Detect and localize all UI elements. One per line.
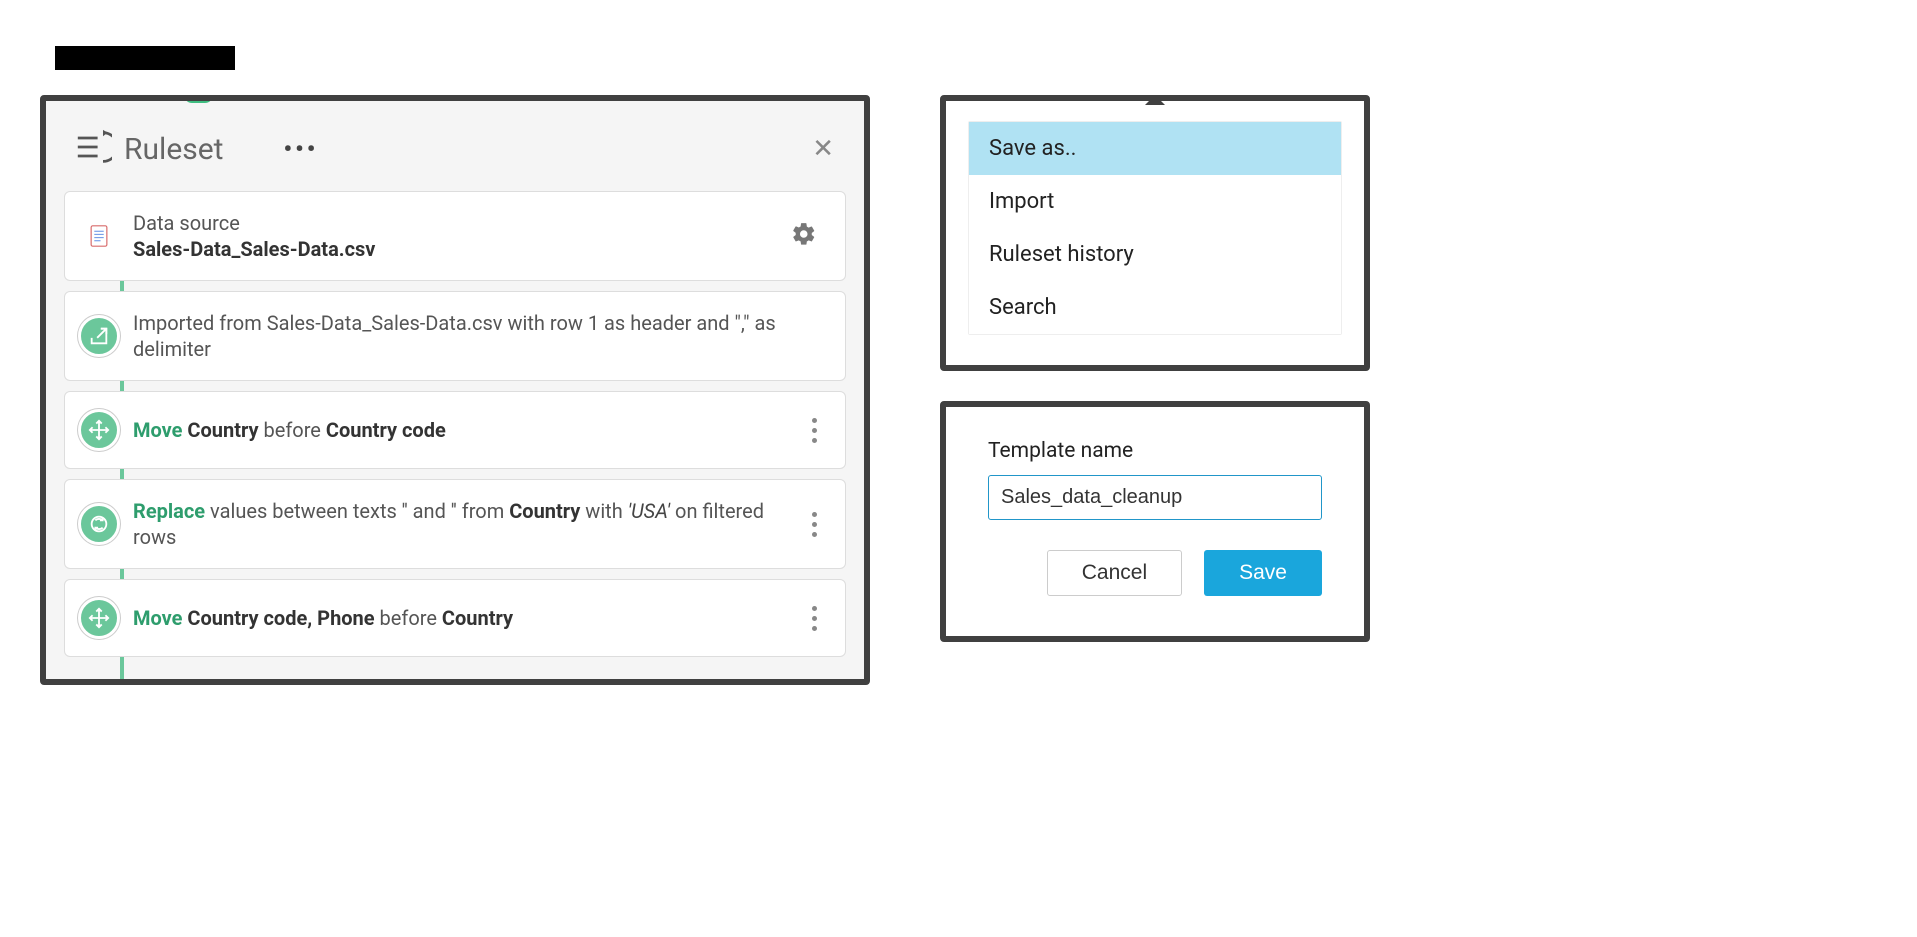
rule-step-menu-button[interactable] — [804, 606, 825, 631]
rule-step-menu-button[interactable] — [804, 418, 825, 443]
cancel-button[interactable]: Cancel — [1047, 550, 1182, 596]
more-menu-button[interactable]: ••• — [283, 135, 318, 163]
rule-step-replace-text: Replace values between texts '' and '' f… — [133, 498, 804, 550]
template-name-input[interactable] — [988, 475, 1322, 520]
menu-item-import[interactable]: Import — [969, 175, 1341, 228]
rule-step-replace[interactable]: Replace values between texts '' and '' f… — [64, 479, 846, 569]
ruleset-title: Ruleset — [124, 132, 223, 167]
data-source-card[interactable]: Data source Sales-Data_Sales-Data.csv — [64, 191, 846, 281]
ruleset-icon — [76, 129, 112, 169]
close-button[interactable]: ✕ — [812, 134, 834, 164]
ruleset-context-menu: Save as..ImportRuleset historySearch — [940, 95, 1370, 371]
move-icon — [78, 409, 120, 451]
menu-item-search[interactable]: Search — [969, 281, 1341, 334]
rule-step-menu-button[interactable] — [804, 512, 825, 537]
template-name-label: Template name — [988, 439, 1322, 463]
rule-step-import[interactable]: Imported from Sales-Data_Sales-Data.csv … — [64, 291, 846, 381]
rule-step-move-1[interactable]: Move Country before Country code — [64, 391, 846, 469]
save-template-dialog: Template name Cancel Save — [940, 401, 1370, 642]
rule-step-move-2[interactable]: Move Country code, Phone before Country — [64, 579, 846, 657]
ruleset-count-badge: 8 — [184, 95, 213, 103]
rule-step-move-2-text: Move Country code, Phone before Country — [133, 605, 804, 631]
data-source-settings-button[interactable] — [783, 221, 825, 251]
import-icon — [78, 315, 120, 357]
rule-step-import-text: Imported from Sales-Data_Sales-Data.csv … — [133, 310, 825, 362]
menu-item-save-as[interactable]: Save as.. — [969, 122, 1341, 175]
data-source-label: Data source — [133, 210, 783, 236]
ruleset-header: Ruleset 8 ••• ✕ — [46, 101, 864, 191]
move-icon — [78, 597, 120, 639]
ruleset-panel: Ruleset 8 ••• ✕ — [40, 95, 870, 685]
rule-step-move-1-text: Move Country before Country code — [133, 417, 804, 443]
redacted-block — [55, 46, 235, 70]
document-icon — [82, 216, 116, 256]
replace-icon — [78, 503, 120, 545]
save-button[interactable]: Save — [1204, 550, 1322, 596]
data-source-name: Sales-Data_Sales-Data.csv — [133, 236, 783, 262]
menu-item-ruleset-history[interactable]: Ruleset history — [969, 228, 1341, 281]
